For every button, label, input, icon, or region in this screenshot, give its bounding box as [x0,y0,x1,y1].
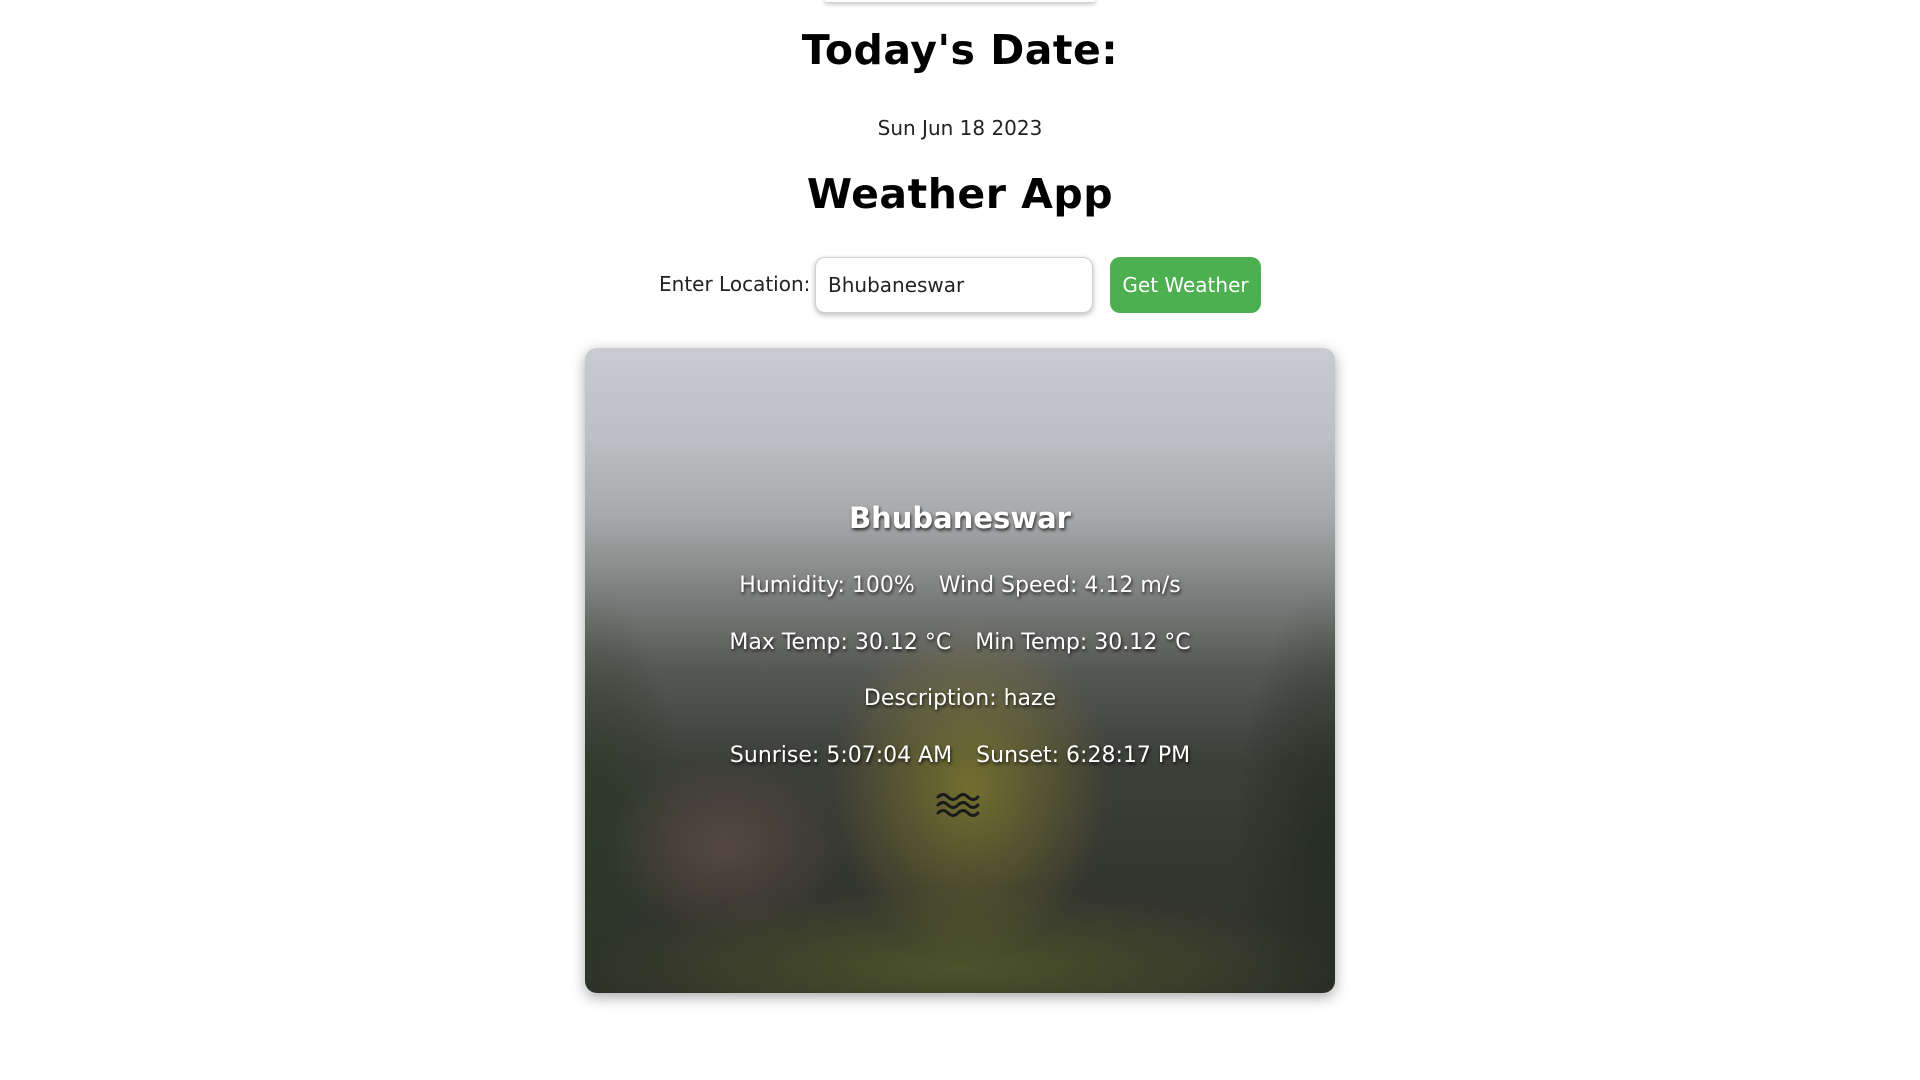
date-title: Today's Date: [801,26,1119,74]
description-row: Description: haze [585,686,1335,711]
location-label: Enter Location: [659,272,811,296]
app-title: Weather App [806,170,1114,218]
weather-description: Description: haze [863,686,1057,711]
get-weather-button[interactable]: Get Weather [1110,257,1261,313]
sun-times-row: Sunrise: 5:07:04 AM Sunset: 6:28:17 PM [585,743,1335,768]
city-name: Bhubaneswar [849,501,1071,535]
weather-card: Bhubaneswar Humidity: 100% Wind Speed: 4.… [585,348,1335,993]
top-divider [824,0,1096,2]
max-temp: Max Temp: 30.12 °C [729,630,952,655]
current-date: Sun Jun 18 2023 [877,116,1043,140]
temperature-row: Max Temp: 30.12 °C Min Temp: 30.12 °C [585,630,1335,655]
sunset: Sunset: 6:28:17 PM [976,743,1191,768]
page: Today's Date: Sun Jun 18 2023 Weather Ap… [0,0,1920,1080]
wind-speed: Wind Speed: 4.12 m/s [938,573,1181,598]
humidity: Humidity: 100% [739,573,915,598]
weather-details: Bhubaneswar Humidity: 100% Wind Speed: 4.… [585,348,1335,993]
location-search-row: Enter Location: Get Weather [0,257,1920,313]
sunrise: Sunrise: 5:07:04 AM [729,743,953,768]
humidity-wind-row: Humidity: 100% Wind Speed: 4.12 m/s [585,573,1335,598]
location-input[interactable] [815,257,1093,313]
min-temp: Min Temp: 30.12 °C [975,630,1191,655]
haze-icon [936,793,980,817]
